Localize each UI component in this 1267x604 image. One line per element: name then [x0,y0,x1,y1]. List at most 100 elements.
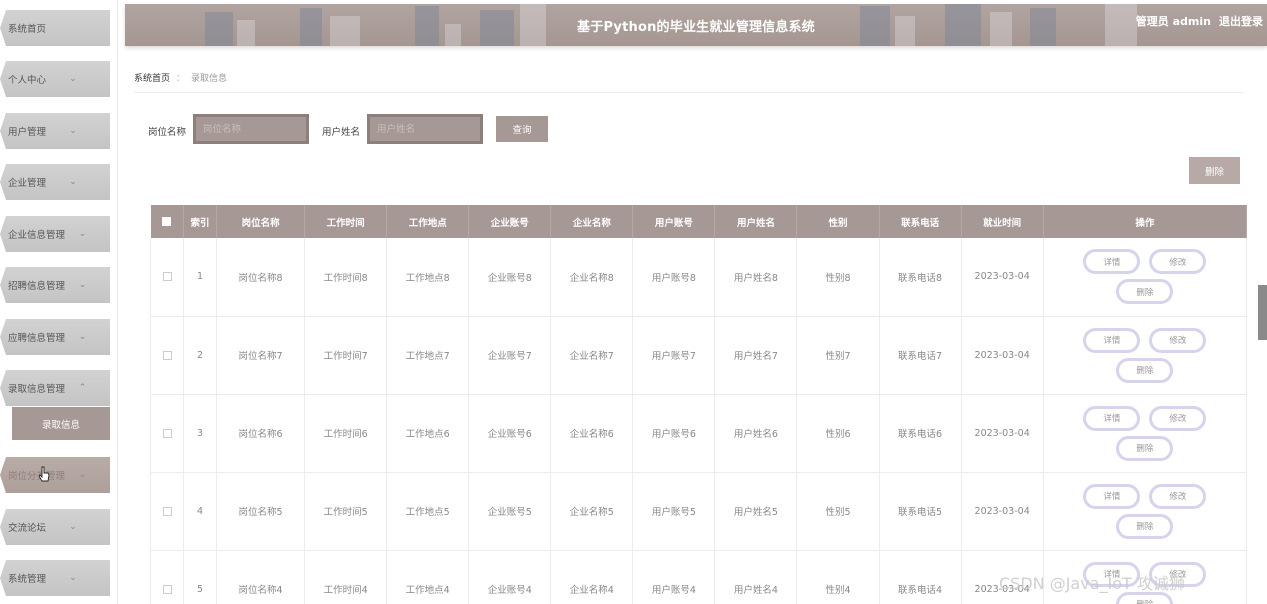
table-cell: 工作时间8 [304,238,388,317]
column-header: 索引 [183,205,218,238]
table-cell: 性别8 [796,238,880,317]
table-cell: 岗位名称6 [216,394,306,473]
breadcrumb-current: 录取信息 [191,74,228,84]
row-delete-button[interactable]: 删除 [1116,279,1174,305]
table-cell: 用户账号6 [632,394,716,473]
chevron-down-icon: ⌄ [78,229,87,239]
row-checkbox[interactable] [162,350,172,360]
sidebar-item-admission-management[interactable]: 录取信息管理 ⌃ [0,370,110,406]
data-table: 索引 岗位名称 工作时间 工作地点 企业账号 企业名称 用户账号 用户姓名 性别… [149,205,1248,604]
table-cell: 2023-03-04 [961,394,1044,473]
ops-cell: 详情 修改 删除 [1043,394,1248,473]
detail-button[interactable]: 详情 [1083,483,1141,509]
chevron-down-icon: ⌄ [69,74,77,84]
table-cell: 岗位名称7 [216,316,306,395]
column-header: 工作时间 [304,205,388,238]
sidebar-item-system-management[interactable]: 系统管理 ⌄ [0,560,110,596]
table-cell: 2 [183,316,218,395]
table-cell: 企业名称4 [550,550,634,604]
sidebar-subitem-label: 录取信息 [41,419,80,431]
chevron-down-icon: ⌄ [69,522,77,532]
breadcrumb-home[interactable]: 系统首页 [134,71,170,84]
sidebar-item-label: 交流论坛 [8,523,47,534]
table-cell: 企业账号6 [468,394,552,473]
table-cell: 3 [183,394,218,473]
edit-button[interactable]: 修改 [1149,249,1207,275]
table-cell: 工作时间7 [304,316,388,395]
row-delete-button[interactable]: 删除 [1116,357,1174,383]
column-header: 岗位名称 [216,205,306,238]
table-cell: 联系电话4 [879,550,962,604]
row-select-cell [149,394,185,473]
row-delete-button[interactable]: 删除 [1116,435,1174,461]
sidebar-item-job-category-management[interactable]: 岗位分类管理 ⌄ [0,457,110,493]
chevron-down-icon: ⌄ [78,470,87,480]
ops-cell: 详情 修改 删除 [1043,316,1248,395]
row-checkbox[interactable] [162,272,172,282]
table-cell: 联系电话6 [879,394,962,473]
table-cell: 工作时间4 [304,550,388,604]
ops-cell: 详情 修改 删除 [1043,238,1248,317]
table-cell: 4 [183,472,218,551]
breadcrumb: 系统首页 ： 录取信息 [134,71,227,84]
sidebar-item-label: 个人中心 [8,75,47,86]
batch-delete-button[interactable]: 删除 [1189,157,1240,184]
column-header: 用户账号 [632,205,716,238]
table-cell: 性别7 [796,316,880,395]
sidebar-item-user-management[interactable]: 用户管理 ⌄ [0,113,110,149]
header-user-area: 管理员 admin 退出登录 [1136,13,1263,29]
column-header: 就业时间 [961,205,1044,238]
table-cell: 工作时间6 [304,394,388,473]
row-checkbox[interactable] [162,428,172,438]
edit-button[interactable]: 修改 [1149,405,1207,431]
sidebar-item-forum[interactable]: 交流论坛 ⌄ [0,509,110,545]
header-banner: 基于Python的毕业生就业管理信息系统 管理员 admin 退出登录 [125,4,1267,46]
table-cell: 岗位名称4 [216,550,306,604]
sidebar-item-enterprise-info-management[interactable]: 企业信息管理 ⌄ [0,216,110,252]
select-all-checkbox[interactable] [162,217,172,226]
column-header: 企业账号 [468,205,552,238]
table-cell: 性别4 [796,550,880,604]
sidebar-item-enterprise-management[interactable]: 企业管理 ⌄ [0,164,110,200]
table-cell: 工作地点5 [386,472,470,551]
detail-button[interactable]: 详情 [1083,405,1141,431]
chevron-down-icon: ⌄ [78,332,87,342]
row-checkbox[interactable] [162,506,172,516]
sidebar-item-application-management[interactable]: 应聘信息管理 ⌄ [0,319,110,355]
sidebar-item-personal-center[interactable]: 个人中心 ⌄ [0,61,110,97]
chevron-down-icon: ⌄ [69,573,77,583]
sidebar-subitem-admission-info[interactable]: 录取信息 [12,407,110,440]
detail-button[interactable]: 详情 [1083,327,1141,353]
sidebar-item-label: 用户管理 [8,127,47,138]
table-cell: 企业名称6 [550,394,634,473]
table-row: 2 岗位名称7 工作时间7 工作地点7 企业账号7 企业名称7 用户账号7 用户姓名7 性别7 联… [149,316,1248,395]
table-cell: 5 [183,550,218,604]
table-cell: 用户账号7 [632,316,716,395]
edit-button[interactable]: 修改 [1149,327,1207,353]
chevron-down-icon: ⌄ [69,126,77,136]
select-all-header [150,205,185,238]
table-cell: 联系电话8 [879,238,962,317]
search-button[interactable]: 查询 [496,116,548,142]
sidebar-item-label: 招聘信息管理 [8,281,66,292]
mouse-cursor-icon [39,466,50,482]
logout-link[interactable]: 退出登录 [1219,13,1263,29]
table-cell: 工作时间5 [304,472,388,551]
column-header: 操作 [1043,205,1248,238]
column-header: 工作地点 [386,205,470,238]
row-checkbox[interactable] [162,584,172,594]
sidebar-item-label: 企业管理 [8,178,47,189]
edit-button[interactable]: 修改 [1149,483,1207,509]
sidebar-item-recruitment-management[interactable]: 招聘信息管理 ⌄ [0,267,110,303]
detail-button[interactable]: 详情 [1083,249,1141,275]
table-cell: 岗位名称8 [216,238,306,317]
job-name-input[interactable] [193,114,309,144]
user-name-input[interactable] [367,114,483,144]
chevron-down-icon: ⌄ [78,280,87,290]
sidebar-item-home[interactable]: 系统首页 [0,10,110,46]
column-header: 用户姓名 [714,205,798,238]
row-delete-button[interactable]: 删除 [1116,513,1174,539]
table-cell: 用户姓名6 [714,394,798,473]
scrollbar-thumb[interactable] [1258,285,1267,340]
sidebar-item-label: 系统首页 [8,24,47,35]
